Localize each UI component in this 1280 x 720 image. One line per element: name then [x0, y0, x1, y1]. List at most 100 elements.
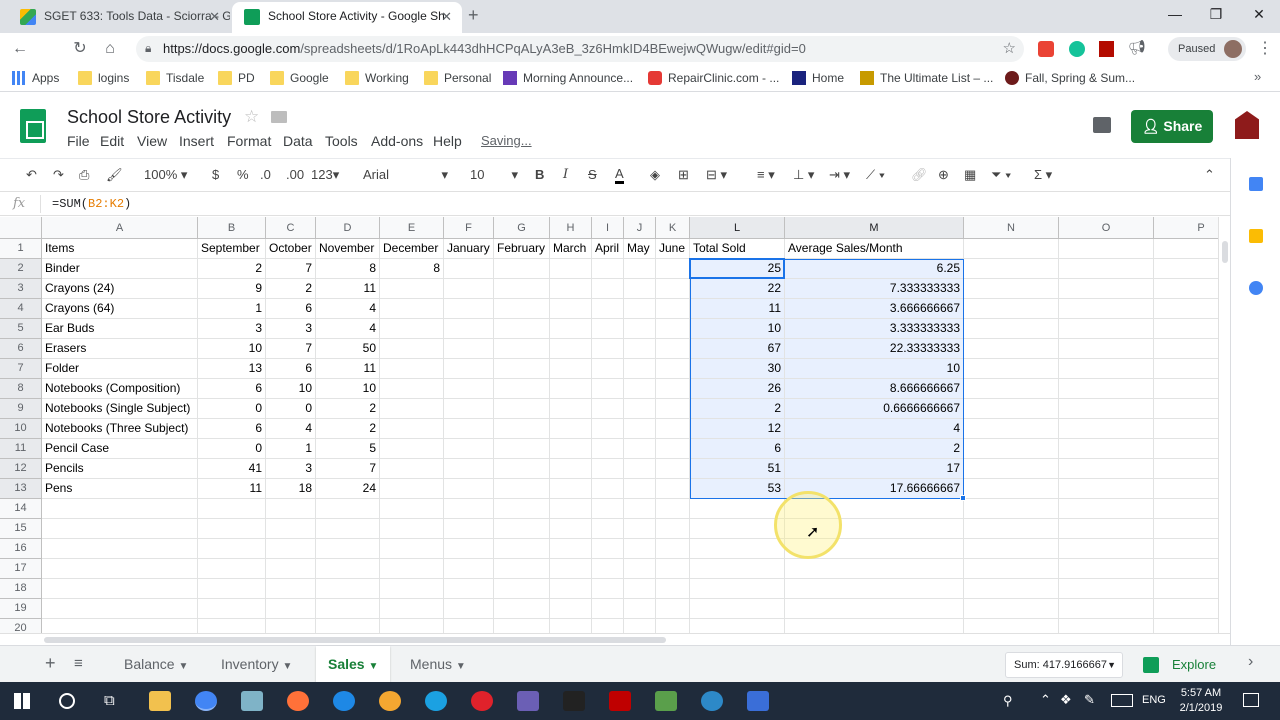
- table-cell[interactable]: 11: [316, 279, 380, 299]
- spreadsheet-grid[interactable]: ABCDEFGHIJKLMNOP 1 2 3 4 5 6 7 8 9 10 11 12 13 14 15 16…: [0, 217, 1218, 633]
- table-cell[interactable]: [592, 359, 624, 379]
- empty-cell[interactable]: [1059, 499, 1154, 519]
- table-cell[interactable]: [656, 399, 690, 419]
- explore-button[interactable]: Explore: [1134, 652, 1218, 678]
- table-cell[interactable]: [550, 259, 592, 279]
- empty-cell[interactable]: [1059, 599, 1154, 619]
- table-cell[interactable]: [444, 379, 494, 399]
- header-cell[interactable]: February: [494, 239, 550, 259]
- table-cell[interactable]: [656, 459, 690, 479]
- empty-cell[interactable]: [266, 499, 316, 519]
- select-all-corner[interactable]: [0, 217, 42, 239]
- empty-cell[interactable]: [266, 519, 316, 539]
- table-cell[interactable]: [592, 379, 624, 399]
- table-cell[interactable]: 5: [316, 439, 380, 459]
- empty-cell[interactable]: [1154, 559, 1218, 579]
- table-cell[interactable]: [444, 359, 494, 379]
- borders-icon[interactable]: ⊞: [678, 167, 689, 183]
- empty-cell[interactable]: [592, 519, 624, 539]
- empty-cell[interactable]: [656, 499, 690, 519]
- merge-cells-icon[interactable]: ⊟ ▾: [706, 167, 727, 183]
- table-cell[interactable]: [592, 279, 624, 299]
- table-cell[interactable]: [592, 419, 624, 439]
- empty-cell[interactable]: [198, 519, 266, 539]
- table-cell[interactable]: [964, 359, 1059, 379]
- table-cell[interactable]: 2: [316, 399, 380, 419]
- table-cell[interactable]: [656, 339, 690, 359]
- table-cell[interactable]: 2: [690, 399, 785, 419]
- announcement-icon[interactable]: 📢︎: [1128, 39, 1146, 56]
- table-cell[interactable]: 24: [316, 479, 380, 499]
- empty-cell[interactable]: [444, 619, 494, 633]
- table-cell[interactable]: 11: [198, 479, 266, 499]
- empty-cell[interactable]: [444, 599, 494, 619]
- table-cell[interactable]: [494, 479, 550, 499]
- table-cell[interactable]: 3: [266, 319, 316, 339]
- table-cell[interactable]: [1059, 379, 1154, 399]
- row-header[interactable]: 5: [0, 319, 42, 339]
- opera-icon[interactable]: [471, 691, 493, 711]
- row-header[interactable]: 17: [0, 559, 42, 579]
- table-cell[interactable]: [444, 419, 494, 439]
- table-cell[interactable]: [964, 459, 1059, 479]
- table-cell[interactable]: [964, 319, 1059, 339]
- empty-cell[interactable]: [690, 559, 785, 579]
- share-button[interactable]: 👤︎ Share: [1131, 110, 1213, 143]
- table-cell[interactable]: Pencils: [42, 459, 198, 479]
- row-header[interactable]: 12: [0, 459, 42, 479]
- table-cell[interactable]: [550, 419, 592, 439]
- table-cell[interactable]: [1059, 359, 1154, 379]
- empty-cell[interactable]: [656, 599, 690, 619]
- empty-cell[interactable]: [444, 579, 494, 599]
- table-cell[interactable]: [494, 339, 550, 359]
- column-header[interactable]: B: [198, 217, 266, 239]
- empty-cell[interactable]: [380, 619, 444, 633]
- table-cell[interactable]: [624, 359, 656, 379]
- tasks-icon[interactable]: [1249, 281, 1263, 295]
- table-cell[interactable]: 6.25: [785, 259, 964, 279]
- empty-cell[interactable]: [380, 579, 444, 599]
- empty-cell[interactable]: [690, 619, 785, 633]
- header-cell[interactable]: December: [380, 239, 444, 259]
- empty-cell[interactable]: [964, 599, 1059, 619]
- table-cell[interactable]: 7: [266, 339, 316, 359]
- empty-cell[interactable]: [964, 619, 1059, 633]
- table-cell[interactable]: Folder: [42, 359, 198, 379]
- table-cell[interactable]: [964, 339, 1059, 359]
- table-cell[interactable]: [380, 319, 444, 339]
- header-cell[interactable]: October: [266, 239, 316, 259]
- empty-cell[interactable]: [550, 539, 592, 559]
- font-select[interactable]: Arial ▾: [363, 167, 448, 182]
- more-formats-select[interactable]: 123▾: [311, 167, 339, 183]
- extension-icon[interactable]: [1038, 41, 1054, 57]
- profile-button[interactable]: Paused: [1168, 37, 1246, 61]
- empty-cell[interactable]: [964, 539, 1059, 559]
- table-cell[interactable]: [494, 259, 550, 279]
- table-cell[interactable]: 6: [266, 359, 316, 379]
- table-cell[interactable]: [1154, 319, 1218, 339]
- bookmark-repairclinic[interactable]: RepairClinic.com - ...: [648, 71, 779, 85]
- row-header[interactable]: 8: [0, 379, 42, 399]
- bookmark-fall-spring[interactable]: Fall, Spring & Sum...: [1005, 71, 1135, 85]
- menu-help[interactable]: Help: [433, 133, 462, 149]
- table-cell[interactable]: [494, 299, 550, 319]
- empty-cell[interactable]: [624, 579, 656, 599]
- bookmark-ultimate-list[interactable]: The Ultimate List – ...: [860, 71, 993, 85]
- empty-cell[interactable]: [198, 499, 266, 519]
- table-cell[interactable]: [1154, 299, 1218, 319]
- row-header[interactable]: 3: [0, 279, 42, 299]
- bookmark-home[interactable]: Home: [792, 71, 844, 85]
- table-cell[interactable]: [624, 319, 656, 339]
- more-bookmarks-icon[interactable]: »: [1254, 69, 1261, 84]
- undo-icon[interactable]: ↶: [26, 167, 37, 183]
- empty-cell[interactable]: [42, 559, 198, 579]
- table-cell[interactable]: 3.666666667: [785, 299, 964, 319]
- tray-chevron-icon[interactable]: ⌃: [1040, 692, 1051, 708]
- empty-cell[interactable]: [42, 519, 198, 539]
- table-cell[interactable]: [380, 399, 444, 419]
- empty-cell[interactable]: [624, 519, 656, 539]
- empty-cell[interactable]: [316, 619, 380, 633]
- row-header[interactable]: 7: [0, 359, 42, 379]
- formula-input[interactable]: =SUM(B2:K2): [52, 197, 131, 211]
- row-header[interactable]: 19: [0, 599, 42, 619]
